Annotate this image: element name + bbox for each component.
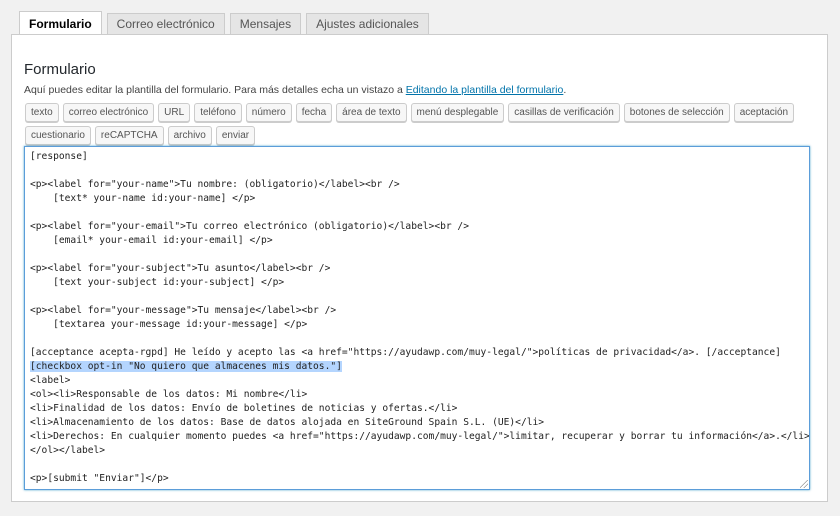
tab-mensajes[interactable]: Mensajes	[229, 13, 302, 34]
code-line: [response]	[30, 151, 88, 162]
panel-description: Aquí puedes editar la plantilla del form…	[24, 84, 566, 96]
template-help-link[interactable]: Editando la plantilla del formulario	[406, 84, 564, 96]
code-line: <li>Almacenamiento de los datos: Base de…	[30, 417, 545, 428]
form-panel: Formulario Aquí puedes editar la plantil…	[11, 34, 828, 502]
code-line: [textarea your-message id:your-message] …	[30, 319, 308, 330]
code-line: <label>	[30, 375, 71, 386]
tab-correo-electrónico[interactable]: Correo electrónico	[106, 13, 225, 34]
tag-button-3[interactable]: teléfono	[194, 103, 242, 122]
code-line: <p><label for="your-email">Tu correo ele…	[30, 221, 469, 232]
code-line: [text* your-name id:your-name] </p>	[30, 193, 256, 204]
code-line: <li>Finalidad de los datos: Envío de bol…	[30, 403, 458, 414]
tag-button-4[interactable]: número	[245, 103, 292, 122]
tag-button-6[interactable]: área de texto	[336, 103, 407, 122]
tab-ajustes-adicionales[interactable]: Ajustes adicionales	[306, 13, 429, 34]
form-template-editor[interactable]: [response] <p><label for="your-name">Tu n…	[24, 146, 810, 490]
tag-button-13[interactable]: archivo	[167, 126, 212, 145]
panel-title: Formulario	[24, 61, 96, 78]
tag-button-9[interactable]: botones de selección	[623, 103, 730, 122]
description-text: Aquí puedes editar la plantilla del form…	[24, 84, 406, 96]
code-line: [text your-subject id:your-subject] </p>	[30, 277, 285, 288]
tag-button-8[interactable]: casillas de verificación	[508, 103, 620, 122]
code-line: <p>[submit "Enviar"]</p>	[30, 473, 169, 484]
code-line: <li>Derechos: En cualquier momento puede…	[30, 431, 810, 442]
code-line: </ol></label>	[30, 445, 106, 456]
code-line: <p><label for="your-name">Tu nombre: (ob…	[30, 179, 400, 190]
code-line: <p><label for="your-subject">Tu asunto</…	[30, 263, 331, 274]
tag-generator-bar: texto correo electrónico URL teléfono número…	[25, 103, 815, 149]
tag-button-14[interactable]: enviar	[215, 126, 256, 145]
code-line: [checkbox opt-in "No quiero que almacene…	[30, 360, 804, 374]
code-line: [acceptance acepta-rgpd] He leído y acep…	[30, 347, 781, 358]
tag-button-0[interactable]: texto	[25, 103, 59, 122]
resize-handle[interactable]	[800, 480, 808, 488]
selected-text: [checkbox opt-in "No quiero que almacene…	[30, 361, 342, 372]
tag-button-2[interactable]: URL	[158, 103, 191, 122]
tab-formulario[interactable]: Formulario	[19, 11, 102, 35]
tag-button-1[interactable]: correo electrónico	[62, 103, 155, 122]
tab-bar: Formulario Correo electrónico Mensajes Ajus…	[19, 10, 434, 35]
tag-button-12[interactable]: reCAPTCHA	[94, 126, 164, 145]
code-line: <p><label for="your-message">Tu mensaje<…	[30, 305, 337, 316]
code-line: [email* your-email id:your-email] </p>	[30, 235, 273, 246]
tag-button-5[interactable]: fecha	[295, 103, 333, 122]
tag-button-11[interactable]: cuestionario	[25, 126, 91, 145]
tag-button-7[interactable]: menú desplegable	[410, 103, 505, 122]
description-suffix: .	[563, 84, 567, 96]
code-line: <ol><li>Responsable de los datos: Mi nom…	[30, 389, 308, 400]
tag-button-10[interactable]: aceptación	[733, 103, 795, 122]
